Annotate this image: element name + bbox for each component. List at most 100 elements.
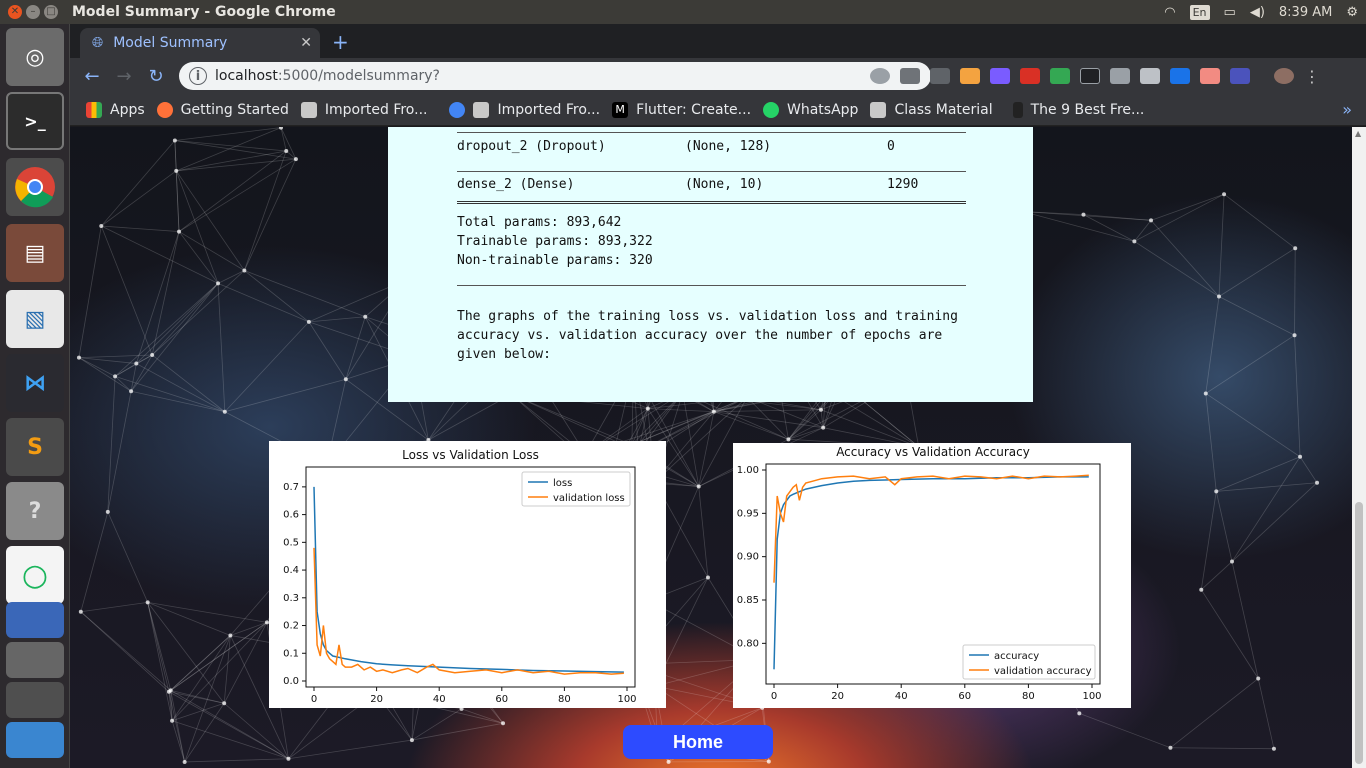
divider: [457, 132, 966, 133]
calculator-app-icon[interactable]: [6, 642, 64, 678]
system-monitor-app-icon[interactable]: [6, 682, 64, 718]
network-node: [1256, 676, 1261, 681]
new-tab-button[interactable]: +: [332, 30, 349, 54]
accuracy-chart: Accuracy vs Validation Accuracy 0 20 40 60 80…: [733, 443, 1131, 708]
page-scrollbar[interactable]: ▲: [1352, 127, 1366, 768]
network-node: [134, 361, 139, 366]
network-node: [1298, 454, 1303, 459]
window-maximize-button[interactable]: □: [44, 5, 58, 19]
network-line: [1294, 248, 1296, 336]
forward-extension-icon[interactable]: [1200, 68, 1220, 84]
owl-extension-icon[interactable]: [990, 68, 1010, 84]
network-line: [147, 602, 173, 721]
bookmark-best-free[interactable]: The 9 Best Fre...: [1012, 101, 1144, 118]
forward-arrow-icon[interactable]: →: [108, 66, 140, 87]
network-line: [647, 408, 714, 413]
play-extension-icon[interactable]: [870, 68, 890, 84]
ubuntu-dash-icon[interactable]: ◎: [6, 28, 64, 86]
video-app-icon[interactable]: [6, 722, 64, 758]
bookmark-class-material[interactable]: Class Material: [870, 101, 993, 118]
window-minimize-button[interactable]: –: [26, 5, 40, 19]
network-node: [182, 759, 187, 764]
close-tab-icon[interactable]: ✕: [300, 35, 312, 51]
battery-icon[interactable]: ▭: [1224, 5, 1236, 20]
image-viewer-app-icon[interactable]: ▧: [6, 290, 64, 348]
profile-avatar[interactable]: [1274, 68, 1294, 84]
address-bar[interactable]: i localhost :5000/modelsummary? ☆: [179, 62, 931, 90]
bookmark-getting-started[interactable]: Getting Started: [156, 101, 289, 118]
bulb-extension-icon[interactable]: [900, 68, 920, 84]
network-line: [1215, 491, 1233, 562]
series-line-validation-accuracy: [773, 474, 1089, 583]
x-tick-label: 40: [895, 691, 908, 702]
network-line: [217, 283, 226, 412]
clock[interactable]: 8:39 AM: [1279, 5, 1332, 20]
puzzle-extension-icon[interactable]: [1110, 68, 1130, 84]
tab-model-summary[interactable]: 🌐︎ Model Summary ✕: [80, 28, 320, 58]
arrow-extension-icon[interactable]: [1050, 68, 1070, 84]
bookmark-folder-imported-1[interactable]: Imported Fro...: [300, 101, 427, 118]
network-line: [217, 270, 245, 284]
reload-icon[interactable]: ↻: [140, 66, 172, 87]
network-node: [113, 374, 118, 379]
y-tick-label: 0.85: [737, 595, 759, 606]
menu-kebab-icon[interactable]: ⋮: [1304, 67, 1320, 86]
scrollbar-thumb[interactable]: [1355, 502, 1363, 764]
network-line: [100, 140, 176, 227]
more-bookmarks-icon[interactable]: »: [1342, 100, 1352, 119]
chrome-app-icon[interactable]: [6, 158, 64, 216]
info-icon[interactable]: i: [189, 67, 207, 85]
legend-label: validation loss: [553, 493, 625, 504]
network-line: [713, 411, 789, 440]
scroll-up-arrow-icon[interactable]: ▲: [1355, 129, 1361, 138]
audio-extension-icon[interactable]: [960, 68, 980, 84]
vscode-app-icon[interactable]: ⋈: [6, 354, 64, 412]
network-node: [766, 759, 771, 764]
network-line: [1201, 561, 1233, 590]
medium-icon: M: [612, 101, 629, 118]
y-tick-label: 0.4: [283, 565, 299, 576]
book-extension-icon[interactable]: [1020, 68, 1040, 84]
network-line: [80, 611, 170, 693]
x-tick-label: 20: [831, 691, 844, 702]
volume-icon[interactable]: ◀): [1250, 5, 1265, 20]
network-line: [1200, 491, 1217, 590]
help-app-icon[interactable]: ?: [6, 482, 64, 540]
wifi-icon[interactable]: ◠: [1164, 5, 1175, 20]
whatsapp-icon: [763, 101, 780, 118]
network-node: [1168, 745, 1173, 750]
trainable-params: Trainable params: 893,322: [457, 234, 653, 249]
keyboard-layout-indicator[interactable]: En: [1189, 4, 1210, 20]
camera-extension-icon[interactable]: [1140, 68, 1160, 84]
stacked-app-icon[interactable]: [6, 602, 64, 638]
network-line: [168, 691, 186, 763]
grid-extension-icon[interactable]: [1170, 68, 1190, 84]
back-arrow-icon[interactable]: ←: [76, 66, 108, 87]
bookmark-globe[interactable]: [449, 101, 473, 118]
terminal-app-icon[interactable]: >_: [6, 92, 64, 150]
loss-chart-svg: Loss vs Validation Loss 0 20 40 60 80 100 0.0 0.…: [283, 448, 636, 705]
network-node: [99, 223, 104, 228]
files-app-icon[interactable]: ▤: [6, 224, 64, 282]
terminal-extension-icon[interactable]: [1080, 68, 1100, 84]
network-node: [1077, 711, 1082, 716]
bookmarks-bar: Apps Getting Started Imported Fro... Imp…: [70, 94, 1366, 126]
sublime-text-app-icon[interactable]: S: [6, 418, 64, 476]
network-line: [713, 409, 821, 413]
accuracy-chart-svg: Accuracy vs Validation Accuracy 0 20 40 60 80…: [737, 445, 1102, 702]
settings-gear-icon[interactable]: ⚙: [1346, 5, 1358, 20]
bookmark-whatsapp[interactable]: WhatsApp: [763, 101, 858, 118]
network-line: [217, 283, 310, 323]
bookmark-folder-imported-2[interactable]: Imported Fro...: [473, 101, 600, 118]
bookmark-apps[interactable]: Apps: [86, 101, 145, 118]
network-node: [166, 689, 171, 694]
bookmark-flutter[interactable]: M Flutter: Create...: [612, 101, 751, 118]
series-line-loss: [313, 486, 624, 673]
network-line: [114, 283, 219, 377]
window-close-button[interactable]: ✕: [8, 5, 22, 19]
network-line: [288, 739, 412, 760]
home-button[interactable]: Home: [623, 725, 773, 759]
network-app-icon[interactable]: ○: [6, 546, 64, 604]
screen-extension-icon[interactable]: [1230, 68, 1250, 84]
download-extension-icon[interactable]: [930, 68, 950, 84]
